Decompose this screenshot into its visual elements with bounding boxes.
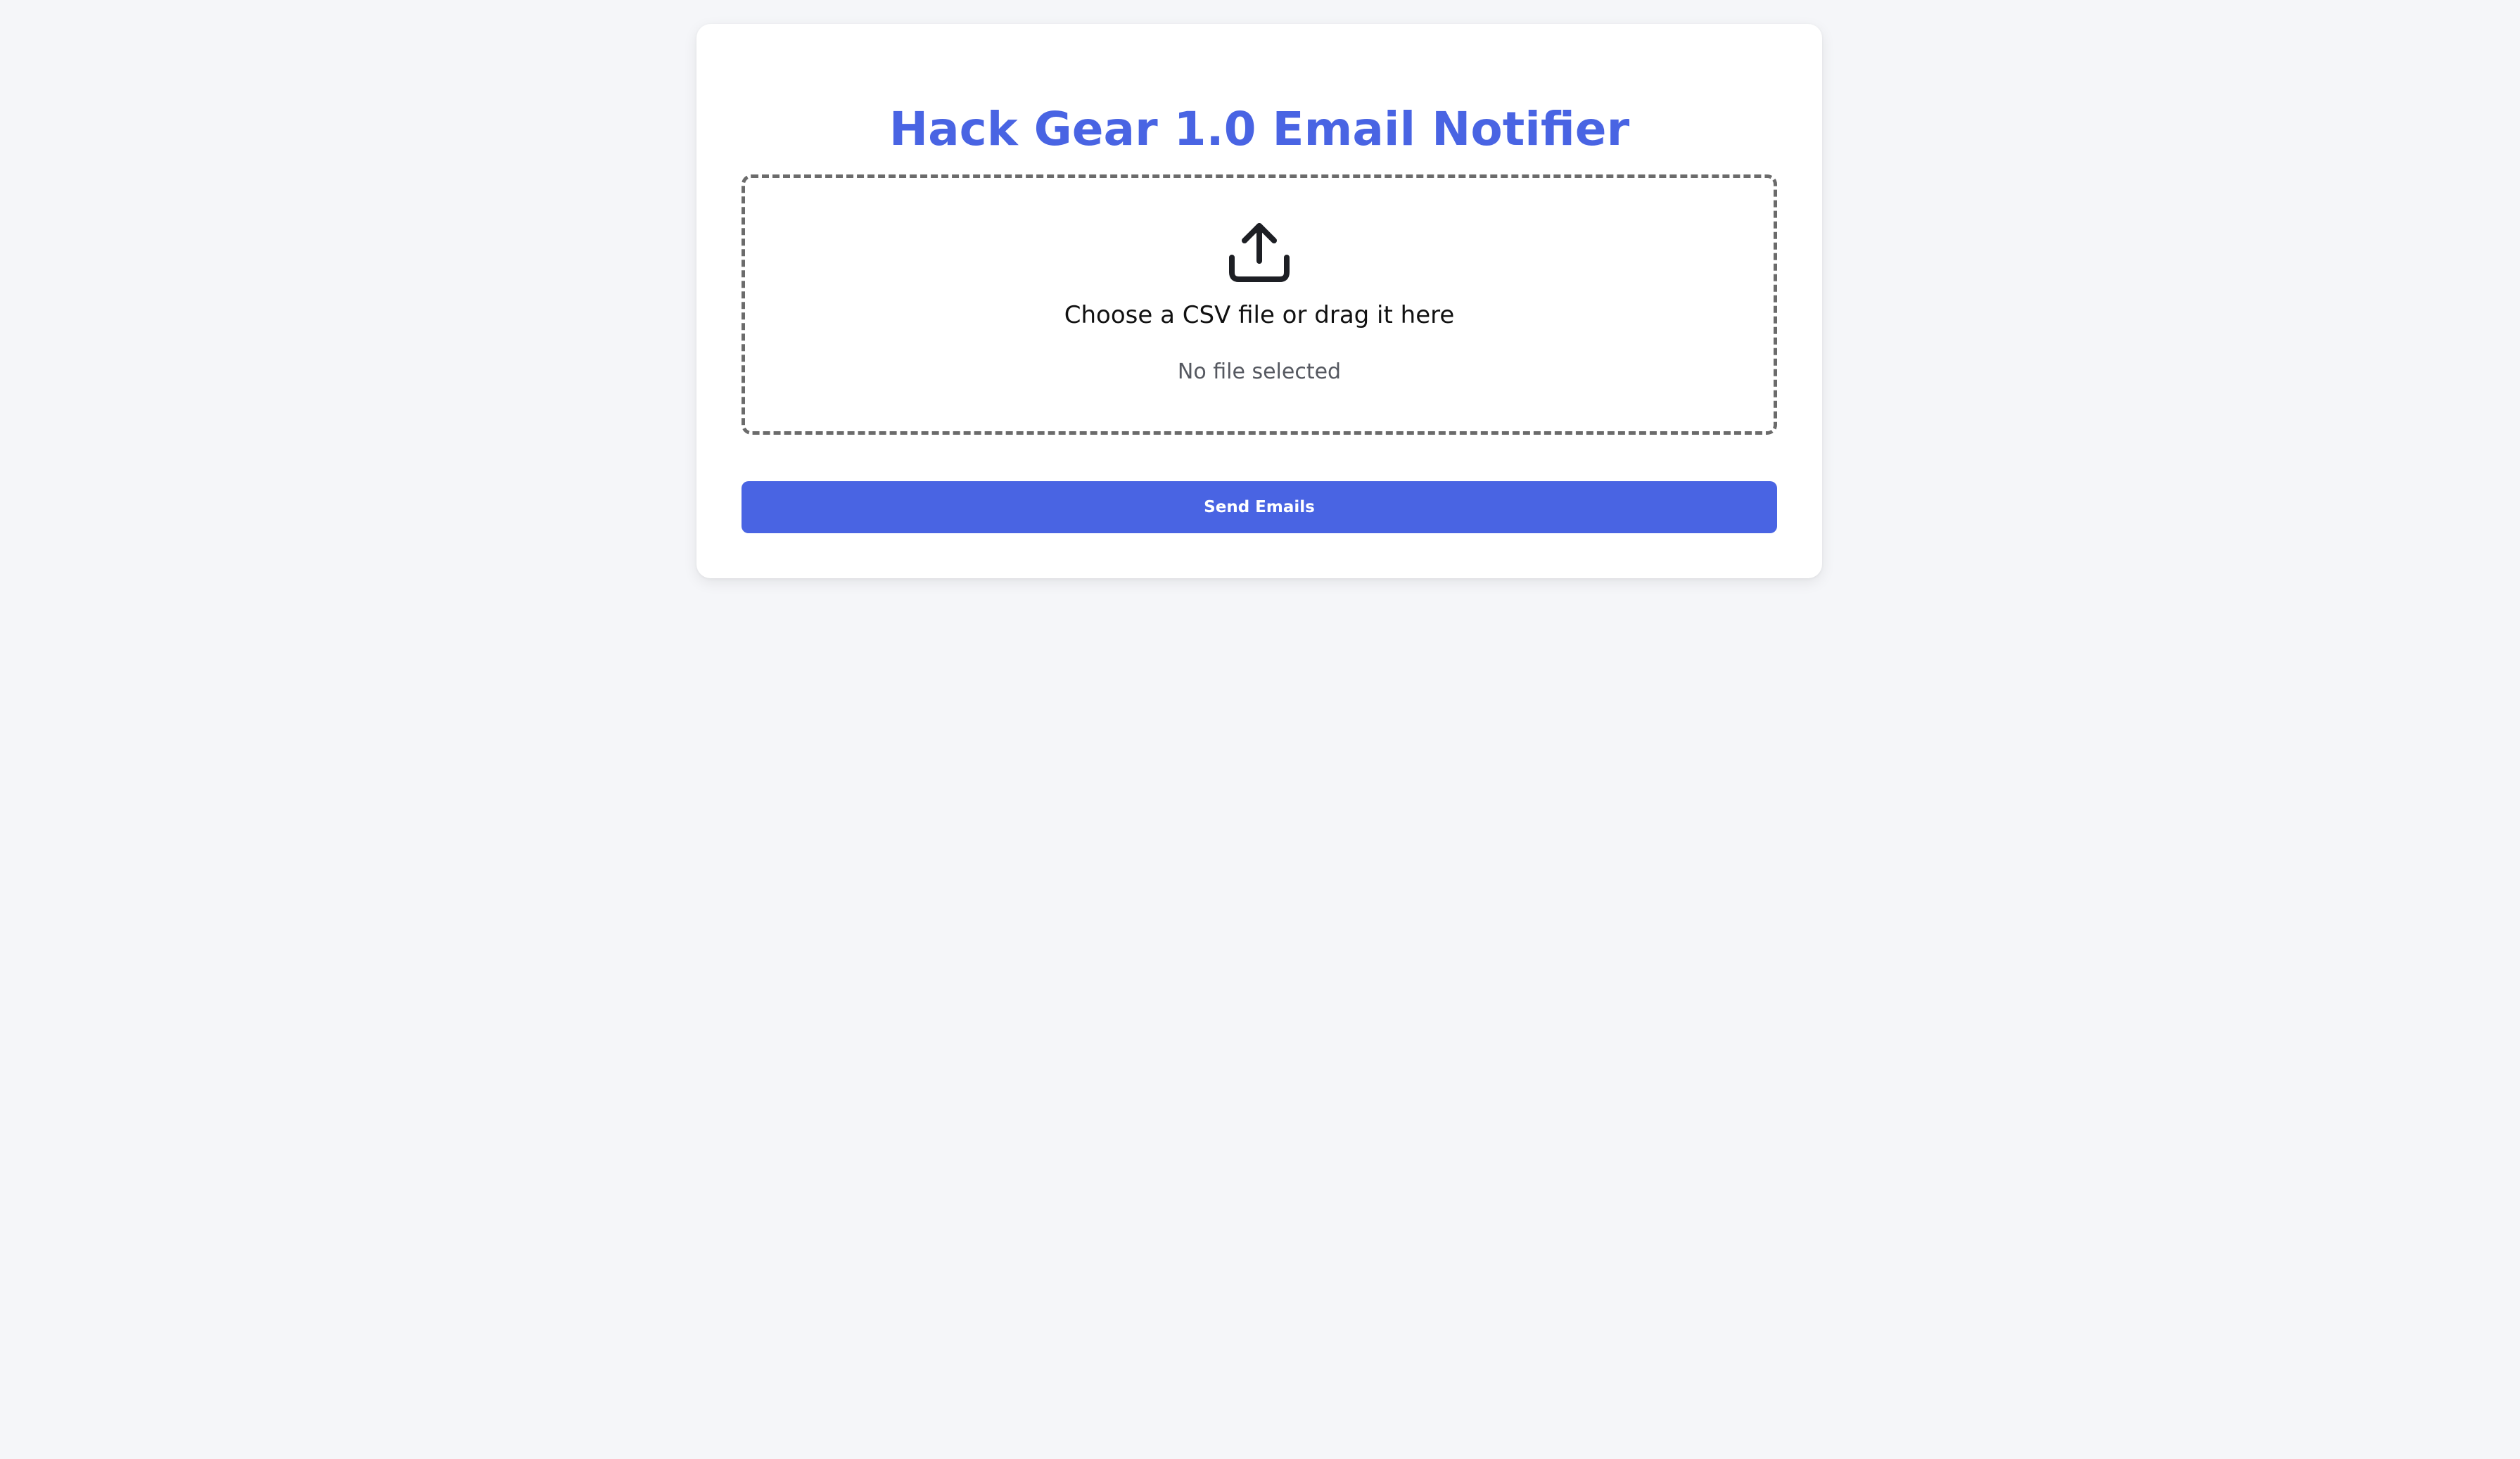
csv-dropzone[interactable]: Choose a CSV file or drag it here No fil… (742, 174, 1777, 435)
file-status-text: No file selected (1177, 359, 1342, 384)
notifier-card: Hack Gear 1.0 Email Notifier Choose a CS… (696, 24, 1822, 578)
send-emails-button[interactable]: Send Emails (742, 481, 1777, 533)
upload-icon (1228, 220, 1291, 283)
dropzone-prompt: Choose a CSV file or drag it here (1064, 301, 1455, 329)
page-title: Hack Gear 1.0 Email Notifier (889, 102, 1630, 156)
